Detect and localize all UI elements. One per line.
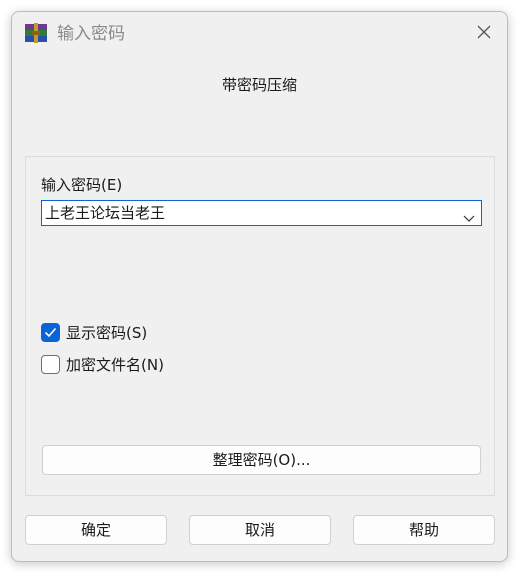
dialog-subtitle: 带密码压缩 — [221, 76, 297, 94]
encrypt-filenames-option[interactable]: 加密文件名(N) — [41, 353, 164, 375]
show-password-option[interactable]: 显示密码(S) — [41, 321, 147, 343]
organize-passwords-button[interactable]: 整理密码(O)... — [42, 445, 481, 475]
options-group: 输入密码(E) 上老王论坛当老王 显示密码(S) 加密文件名(N) 整理密码(O… — [25, 156, 495, 496]
window-title: 输入密码 — [57, 24, 125, 44]
show-password-checkbox[interactable] — [41, 322, 60, 342]
winrar-icon — [24, 22, 48, 44]
title-bar: 输入密码 — [12, 12, 507, 56]
encrypt-filenames-label[interactable]: 加密文件名(N) — [66, 354, 164, 375]
help-button[interactable]: 帮助 — [353, 515, 495, 545]
cancel-button[interactable]: 取消 — [189, 515, 331, 545]
password-dialog: 输入密码 带密码压缩 输入密码(E) 上老王论坛当老王 显示密码(S) 加密文件… — [11, 11, 508, 562]
password-combobox[interactable]: 上老王论坛当老王 — [41, 200, 482, 226]
chevron-down-icon[interactable] — [463, 208, 475, 222]
password-value[interactable]: 上老王论坛当老王 — [45, 203, 165, 223]
close-icon — [476, 24, 492, 44]
password-label: 输入密码(E) — [41, 176, 123, 194]
encrypt-filenames-checkbox[interactable] — [41, 354, 60, 374]
checkmark-icon — [44, 323, 57, 342]
show-password-label[interactable]: 显示密码(S) — [66, 322, 147, 343]
close-button[interactable] — [469, 19, 499, 49]
ok-button[interactable]: 确定 — [25, 515, 167, 545]
